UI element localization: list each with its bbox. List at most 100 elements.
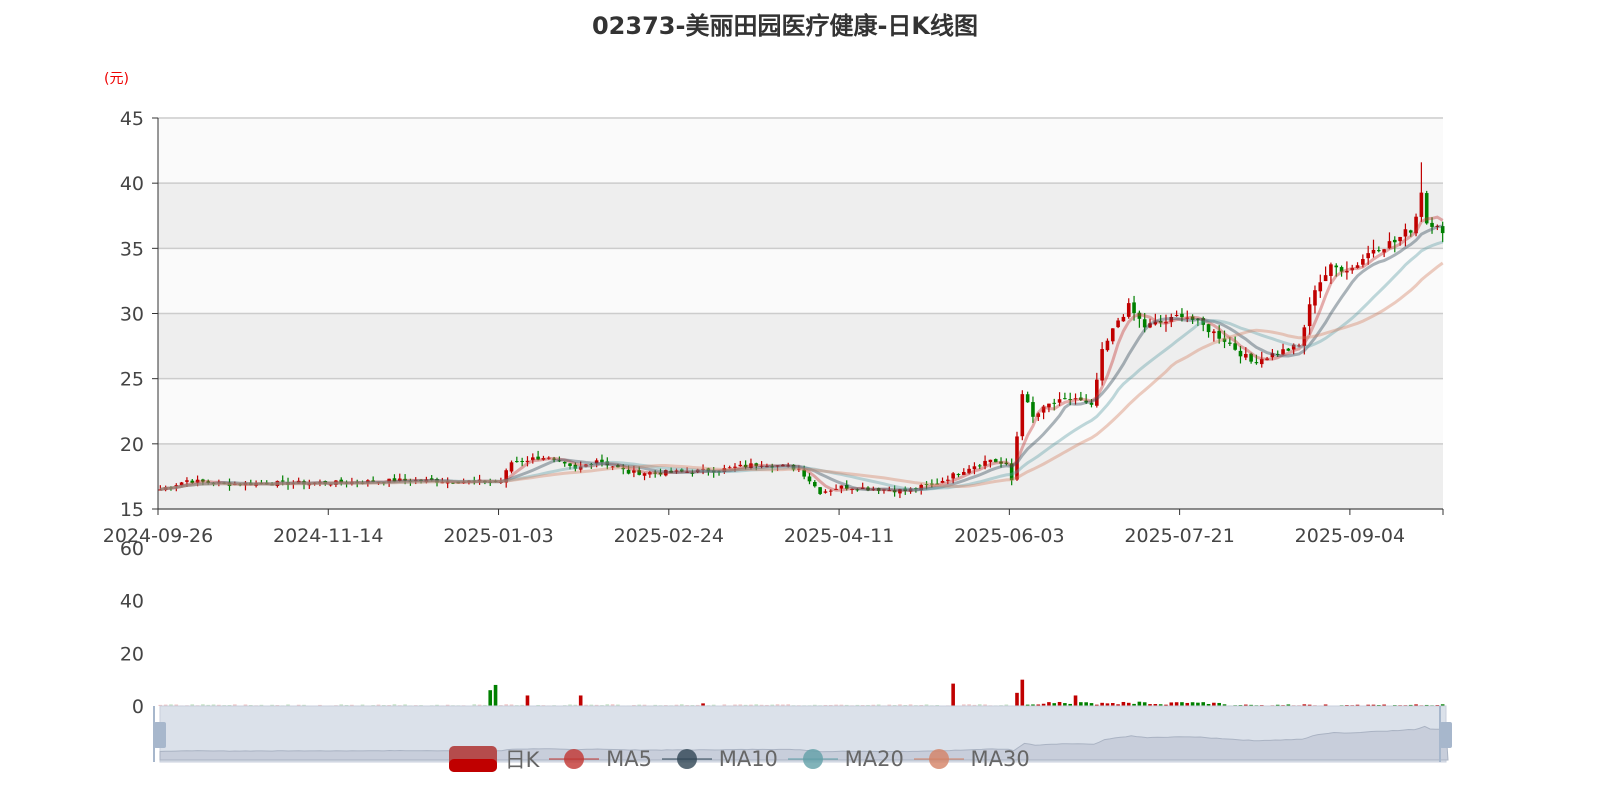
candle	[1243, 354, 1248, 358]
y-tick-label: 40	[120, 173, 144, 195]
candle	[813, 482, 817, 487]
volume-bar	[951, 683, 955, 706]
candle	[509, 462, 514, 472]
volume-bar	[1174, 702, 1179, 706]
volume-bar	[1047, 702, 1051, 706]
candle	[823, 491, 828, 493]
legend-item-ma20[interactable]: MA20	[787, 745, 904, 773]
grid-band	[158, 248, 1443, 314]
volume-bar	[1015, 692, 1019, 706]
candle	[1057, 399, 1062, 403]
volume-y-tick-label: 60	[120, 538, 144, 560]
candle	[1121, 316, 1126, 322]
candle	[515, 461, 519, 463]
volume-bar	[488, 690, 493, 706]
x-tick-label: 2024-11-14	[273, 525, 383, 547]
candle	[1110, 328, 1115, 342]
volume-bar	[525, 695, 530, 706]
candle	[1286, 348, 1291, 351]
candle	[1025, 394, 1030, 403]
candle	[1392, 239, 1397, 243]
left-zoom-handle[interactable]	[154, 722, 166, 748]
candle	[1031, 402, 1035, 417]
candle	[280, 480, 285, 482]
candle	[1052, 402, 1057, 404]
candle	[1361, 259, 1365, 265]
y-tick-label: 15	[120, 499, 144, 521]
candle	[1366, 253, 1370, 259]
volume-bar	[1020, 679, 1025, 706]
candle	[568, 463, 572, 466]
x-tick-label: 2025-06-03	[954, 525, 1064, 547]
volume-bar	[1169, 702, 1174, 706]
candle	[1100, 349, 1104, 381]
volume-bar	[1079, 702, 1083, 706]
candle	[185, 480, 189, 482]
candle	[1329, 264, 1333, 276]
candle	[1398, 236, 1402, 242]
candle	[1323, 275, 1328, 282]
y-tick-label: 30	[120, 304, 144, 326]
candle	[839, 485, 844, 489]
y-tick-label: 20	[120, 434, 144, 456]
candle	[1142, 319, 1147, 328]
candlestick-chart: 152025303540452024-09-26 2024-11-14 2025-0…	[103, 108, 1452, 763]
candle	[520, 460, 524, 462]
grid-band	[158, 313, 1443, 379]
volume-bar	[1180, 702, 1184, 706]
legend-item-ma10[interactable]: MA10	[662, 745, 778, 773]
volume-y-tick-label: 20	[120, 643, 144, 665]
candle	[828, 490, 833, 492]
candle	[1334, 265, 1339, 268]
grid-band	[158, 183, 1443, 249]
candle	[1318, 282, 1323, 292]
candle	[956, 474, 961, 476]
x-tick-label: 2025-04-11	[784, 525, 894, 547]
volume-bar	[1073, 695, 1078, 706]
volume-bar	[1084, 702, 1088, 706]
candle	[1206, 324, 1211, 333]
x-tick-label: 2025-02-24	[614, 525, 724, 547]
legend-item-ma5[interactable]: MA5	[549, 745, 652, 773]
candle	[1371, 249, 1376, 254]
candle	[972, 466, 977, 470]
candle	[977, 465, 982, 467]
candle	[1132, 302, 1136, 314]
x-tick-label: 2025-07-21	[1124, 525, 1234, 547]
grid-band	[158, 378, 1443, 444]
volume-bar	[1137, 701, 1142, 706]
candle	[738, 464, 743, 467]
volume-bar	[1190, 702, 1195, 706]
candle	[1228, 342, 1232, 344]
candle	[1116, 320, 1120, 328]
candle	[988, 459, 993, 463]
legend-item-ma30[interactable]: MA30	[913, 745, 1030, 773]
right-zoom-handle[interactable]	[1440, 722, 1452, 748]
candle	[1238, 350, 1243, 357]
volume-bar	[1201, 702, 1206, 706]
candle	[951, 473, 955, 479]
candle	[562, 461, 567, 464]
y-tick-label: 45	[120, 108, 144, 130]
volume-bar	[493, 684, 498, 706]
legend-item-kline[interactable]: 日K	[448, 744, 539, 774]
volume-y-tick-label: 40	[120, 591, 144, 613]
candle	[1254, 362, 1259, 364]
candle	[807, 476, 812, 482]
candle	[1020, 394, 1025, 437]
legend: 日K MA5 MA10 MA20 MA30	[448, 744, 1030, 774]
candle	[626, 469, 631, 474]
candle	[1377, 250, 1381, 252]
y-tick-label: 25	[120, 369, 144, 391]
y-tick-label: 35	[120, 238, 144, 260]
candle	[818, 487, 822, 494]
candle	[1419, 192, 1424, 217]
volume-bar	[578, 695, 583, 706]
candle	[1126, 303, 1131, 317]
volume-bar	[1057, 701, 1062, 706]
volume-y-tick-label: 0	[132, 696, 144, 718]
volume-bar	[1121, 701, 1126, 706]
candle	[1307, 304, 1312, 327]
grid-band	[158, 118, 1443, 184]
x-tick-label: 2025-01-03	[443, 525, 553, 547]
